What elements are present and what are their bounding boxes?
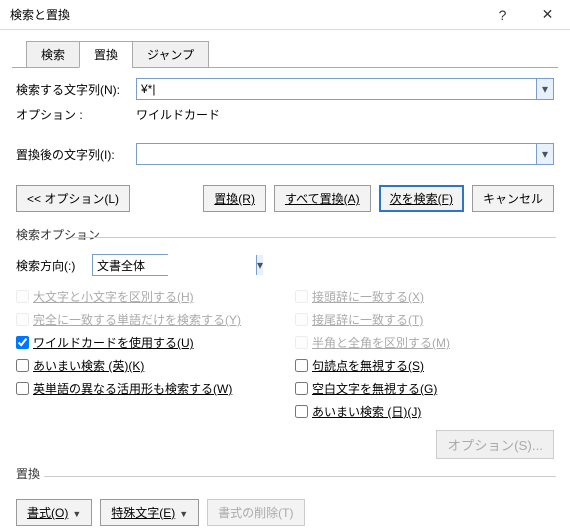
replace-combo[interactable]: ▾ [136, 143, 554, 165]
whole-word-checkbox: 完全に一致する単語だけを検索する(Y) [16, 311, 275, 328]
format-button[interactable]: 書式(O)▼ [16, 499, 92, 526]
sounds-like-jp-checkbox[interactable]: あいまい検索 (日)(J) [295, 403, 554, 420]
chevron-down-icon: ▼ [179, 509, 188, 519]
tab-find[interactable]: 検索 [26, 41, 80, 68]
titlebar: 検索と置換 ? ✕ [0, 0, 570, 30]
fuzzy-options-button: オプション(S)... [436, 430, 554, 459]
find-combo[interactable]: ▾ [136, 78, 554, 100]
clear-format-button: 書式の削除(T) [207, 499, 304, 526]
replace-all-button[interactable]: すべて置換(A) [274, 185, 371, 212]
replace-input[interactable] [137, 144, 536, 164]
window-title: 検索と置換 [10, 6, 480, 23]
find-next-button[interactable]: 次を検索(F) [379, 185, 464, 212]
wildcards-checkbox[interactable]: ワイルドカードを使用する(U) [16, 334, 275, 351]
help-button[interactable]: ? [480, 0, 525, 30]
less-options-button[interactable]: << オプション(L) [16, 185, 130, 212]
option-label: オプション : [16, 106, 136, 123]
ignore-punct-checkbox[interactable]: 句読点を無視する(S) [295, 357, 554, 374]
special-button[interactable]: 特殊文字(E)▼ [100, 499, 199, 526]
replace-button[interactable]: 置換(R) [203, 185, 266, 212]
replace-label: 置換後の文字列(I): [16, 146, 136, 163]
tab-replace[interactable]: 置換 [79, 41, 133, 68]
word-forms-en-checkbox[interactable]: 英単語の異なる活用形も検索する(W) [16, 380, 275, 397]
chevron-down-icon: ▼ [72, 509, 81, 519]
search-options-heading: 検索オプション [16, 226, 570, 243]
tab-strip: 検索 置換 ジャンプ [12, 40, 558, 68]
direction-dropdown-icon[interactable]: ▾ [256, 255, 263, 275]
direction-combo[interactable]: ▾ [92, 254, 168, 276]
close-button[interactable]: ✕ [525, 0, 570, 30]
find-label: 検索する文字列(N): [16, 81, 136, 98]
direction-label: 検索方向(:) [16, 257, 92, 274]
replace-section-heading: 置換 [16, 465, 570, 482]
ignore-ws-checkbox[interactable]: 空白文字を無視する(G) [295, 380, 554, 397]
find-input[interactable] [137, 79, 536, 99]
half-full-checkbox: 半角と全角を区別する(M) [295, 334, 554, 351]
direction-value[interactable] [93, 255, 256, 275]
cancel-button[interactable]: キャンセル [472, 185, 554, 212]
match-prefix-checkbox: 接頭辞に一致する(X) [295, 288, 554, 305]
match-case-checkbox: 大文字と小文字を区別する(H) [16, 288, 275, 305]
tab-goto[interactable]: ジャンプ [132, 41, 209, 68]
find-dropdown-icon[interactable]: ▾ [536, 79, 553, 99]
match-suffix-checkbox: 接尾辞に一致する(T) [295, 311, 554, 328]
option-value: ワイルドカード [136, 106, 220, 123]
replace-dropdown-icon[interactable]: ▾ [536, 144, 553, 164]
sounds-like-en-checkbox[interactable]: あいまい検索 (英)(K) [16, 357, 275, 374]
